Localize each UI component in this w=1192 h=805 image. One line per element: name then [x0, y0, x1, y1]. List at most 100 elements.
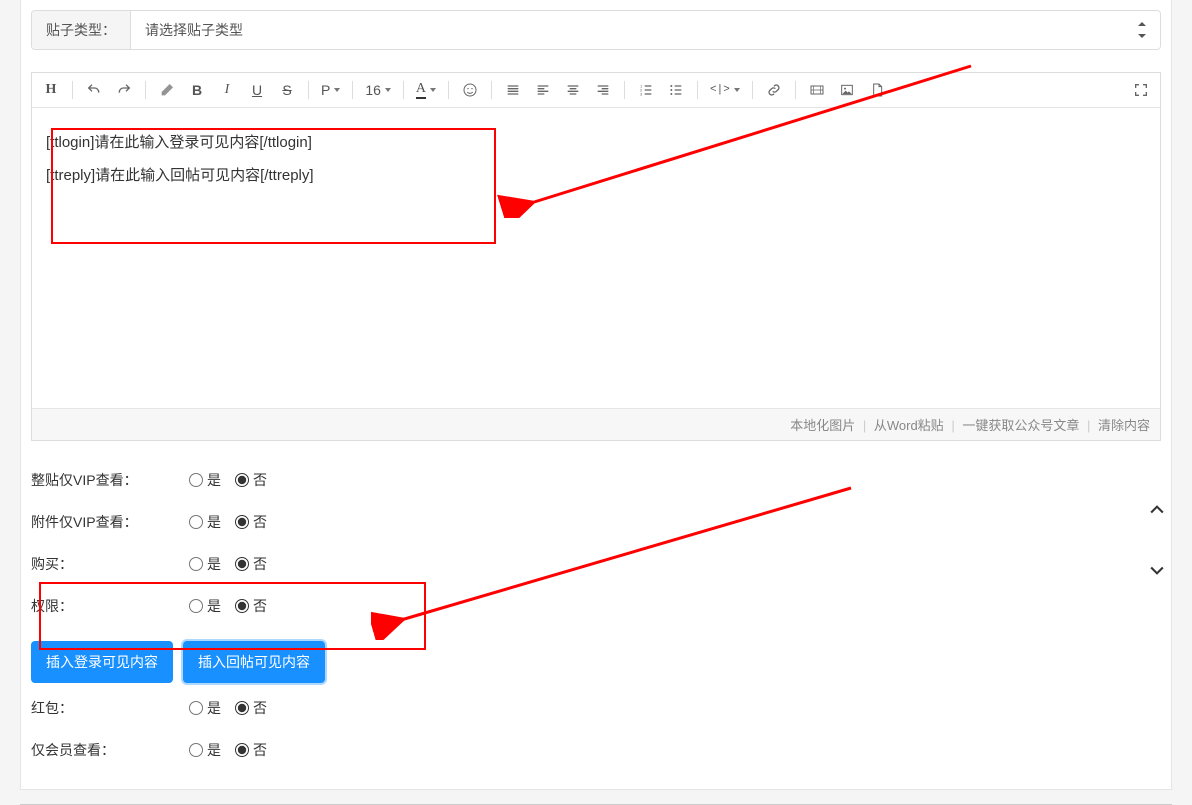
emoji-button[interactable] — [457, 77, 483, 103]
radio-no[interactable]: 否 — [235, 740, 267, 760]
clear-content-link[interactable]: 清除内容 — [1098, 418, 1150, 433]
radio-text: 否 — [253, 698, 267, 718]
underline-button[interactable]: U — [244, 77, 270, 103]
expand-icon — [1133, 82, 1149, 98]
align-right-button[interactable] — [590, 77, 616, 103]
fontsize-value: 16 — [365, 82, 381, 98]
radio-text: 否 — [253, 740, 267, 760]
image-button[interactable] — [834, 77, 860, 103]
radio-no[interactable]: 否 — [235, 698, 267, 718]
radio-yes[interactable]: 是 — [189, 512, 221, 532]
toolbar-divider — [448, 81, 449, 99]
video-button[interactable] — [804, 77, 830, 103]
toolbar-divider — [624, 81, 625, 99]
strike-button[interactable]: S — [274, 77, 300, 103]
radio-input[interactable] — [189, 557, 203, 571]
radio-input[interactable] — [235, 701, 249, 715]
radio-input[interactable] — [189, 473, 203, 487]
scroll-down-button[interactable] — [1142, 560, 1172, 580]
options-block: 整贴仅VIP查看： 是 否 附件仅VIP查看： 是 否 — [31, 459, 1161, 771]
insert-login-content-button[interactable]: 插入登录可见内容 — [31, 641, 173, 683]
fontsize-dropdown[interactable]: 16 — [361, 77, 395, 103]
link-icon — [766, 82, 782, 98]
localize-image-link[interactable]: 本地化图片 — [790, 418, 855, 433]
radio-text: 否 — [253, 470, 267, 490]
radio-yes[interactable]: 是 — [189, 698, 221, 718]
radio-text: 否 — [253, 554, 267, 574]
align-justify-button[interactable] — [500, 77, 526, 103]
insert-reply-content-button[interactable]: 插入回帖可见内容 — [183, 641, 325, 683]
radio-text: 是 — [207, 512, 221, 532]
align-left-icon — [535, 82, 551, 98]
insert-buttons-row: 插入登录可见内容 插入回帖可见内容 — [31, 641, 1161, 683]
redo-icon — [116, 82, 132, 98]
redo-button[interactable] — [111, 77, 137, 103]
toolbar-divider — [795, 81, 796, 99]
code-dropdown[interactable]: <|> — [706, 77, 744, 103]
radio-yes[interactable]: 是 — [189, 740, 221, 760]
editor-line: [ttreply]请在此输入回帖可见内容[/ttreply] — [46, 159, 1146, 192]
radio-text: 是 — [207, 698, 221, 718]
radio-input[interactable] — [189, 599, 203, 613]
radio-input[interactable] — [235, 557, 249, 571]
radio-input[interactable] — [235, 743, 249, 757]
radio-input[interactable] — [189, 515, 203, 529]
link-button[interactable] — [761, 77, 787, 103]
chevron-down-icon — [334, 88, 340, 92]
code-label: <|> — [710, 84, 730, 96]
radio-no[interactable]: 否 — [235, 470, 267, 490]
post-type-row: 贴子类型： 请选择贴子类型 — [31, 10, 1161, 50]
toolbar-divider — [752, 81, 753, 99]
opt-label: 仅会员查看： — [31, 740, 189, 760]
attachment-button[interactable] — [864, 77, 890, 103]
file-icon — [869, 82, 885, 98]
editor-toolbar: H B I U S P — [32, 73, 1160, 108]
chevron-down-icon — [430, 88, 436, 92]
heading-button[interactable]: H — [38, 77, 64, 103]
clear-format-button[interactable] — [154, 77, 180, 103]
radio-no[interactable]: 否 — [235, 554, 267, 574]
radio-no[interactable]: 否 — [235, 512, 267, 532]
editor-line: [ttlogin]请在此输入登录可见内容[/ttlogin] — [46, 126, 1146, 159]
chevron-down-icon — [385, 88, 391, 92]
radio-text: 是 — [207, 470, 221, 490]
footer-sep: | — [951, 418, 954, 433]
ordered-list-button[interactable]: 123 — [633, 77, 659, 103]
opt-label: 整贴仅VIP查看： — [31, 470, 189, 490]
radio-yes[interactable]: 是 — [189, 470, 221, 490]
post-type-select[interactable]: 请选择贴子类型 — [131, 11, 1160, 49]
toolbar-divider — [697, 81, 698, 99]
radio-text: 是 — [207, 554, 221, 574]
radio-input[interactable] — [235, 473, 249, 487]
font-color-dropdown[interactable]: A — [412, 77, 440, 103]
align-left-button[interactable] — [530, 77, 556, 103]
radio-input[interactable] — [189, 743, 203, 757]
radio-input[interactable] — [235, 599, 249, 613]
eraser-icon — [159, 82, 175, 98]
italic-button[interactable]: I — [214, 77, 240, 103]
scroll-up-button[interactable] — [1142, 500, 1172, 520]
align-justify-icon — [505, 82, 521, 98]
undo-button[interactable] — [81, 77, 107, 103]
unordered-list-button[interactable] — [663, 77, 689, 103]
paragraph-dropdown[interactable]: P — [317, 77, 344, 103]
editor-content-area[interactable]: [ttlogin]请在此输入登录可见内容[/ttlogin] [ttreply]… — [32, 108, 1160, 408]
bold-button[interactable]: B — [184, 77, 210, 103]
paste-word-link[interactable]: 从Word粘贴 — [874, 418, 944, 433]
radio-input[interactable] — [235, 515, 249, 529]
video-icon — [809, 82, 825, 98]
opt-label: 购买： — [31, 554, 189, 574]
radio-input[interactable] — [189, 701, 203, 715]
opt-member-only: 仅会员查看： 是 否 — [31, 729, 1161, 771]
radio-yes[interactable]: 是 — [189, 596, 221, 616]
smile-icon — [462, 82, 478, 98]
toolbar-divider — [72, 81, 73, 99]
form-panel: 贴子类型： 请选择贴子类型 H B — [20, 0, 1172, 790]
fullscreen-button[interactable] — [1128, 77, 1154, 103]
footer-sep: | — [863, 418, 866, 433]
align-center-button[interactable] — [560, 77, 586, 103]
toolbar-divider — [403, 81, 404, 99]
radio-yes[interactable]: 是 — [189, 554, 221, 574]
radio-no[interactable]: 否 — [235, 596, 267, 616]
fetch-wechat-link[interactable]: 一键获取公众号文章 — [962, 418, 1079, 433]
